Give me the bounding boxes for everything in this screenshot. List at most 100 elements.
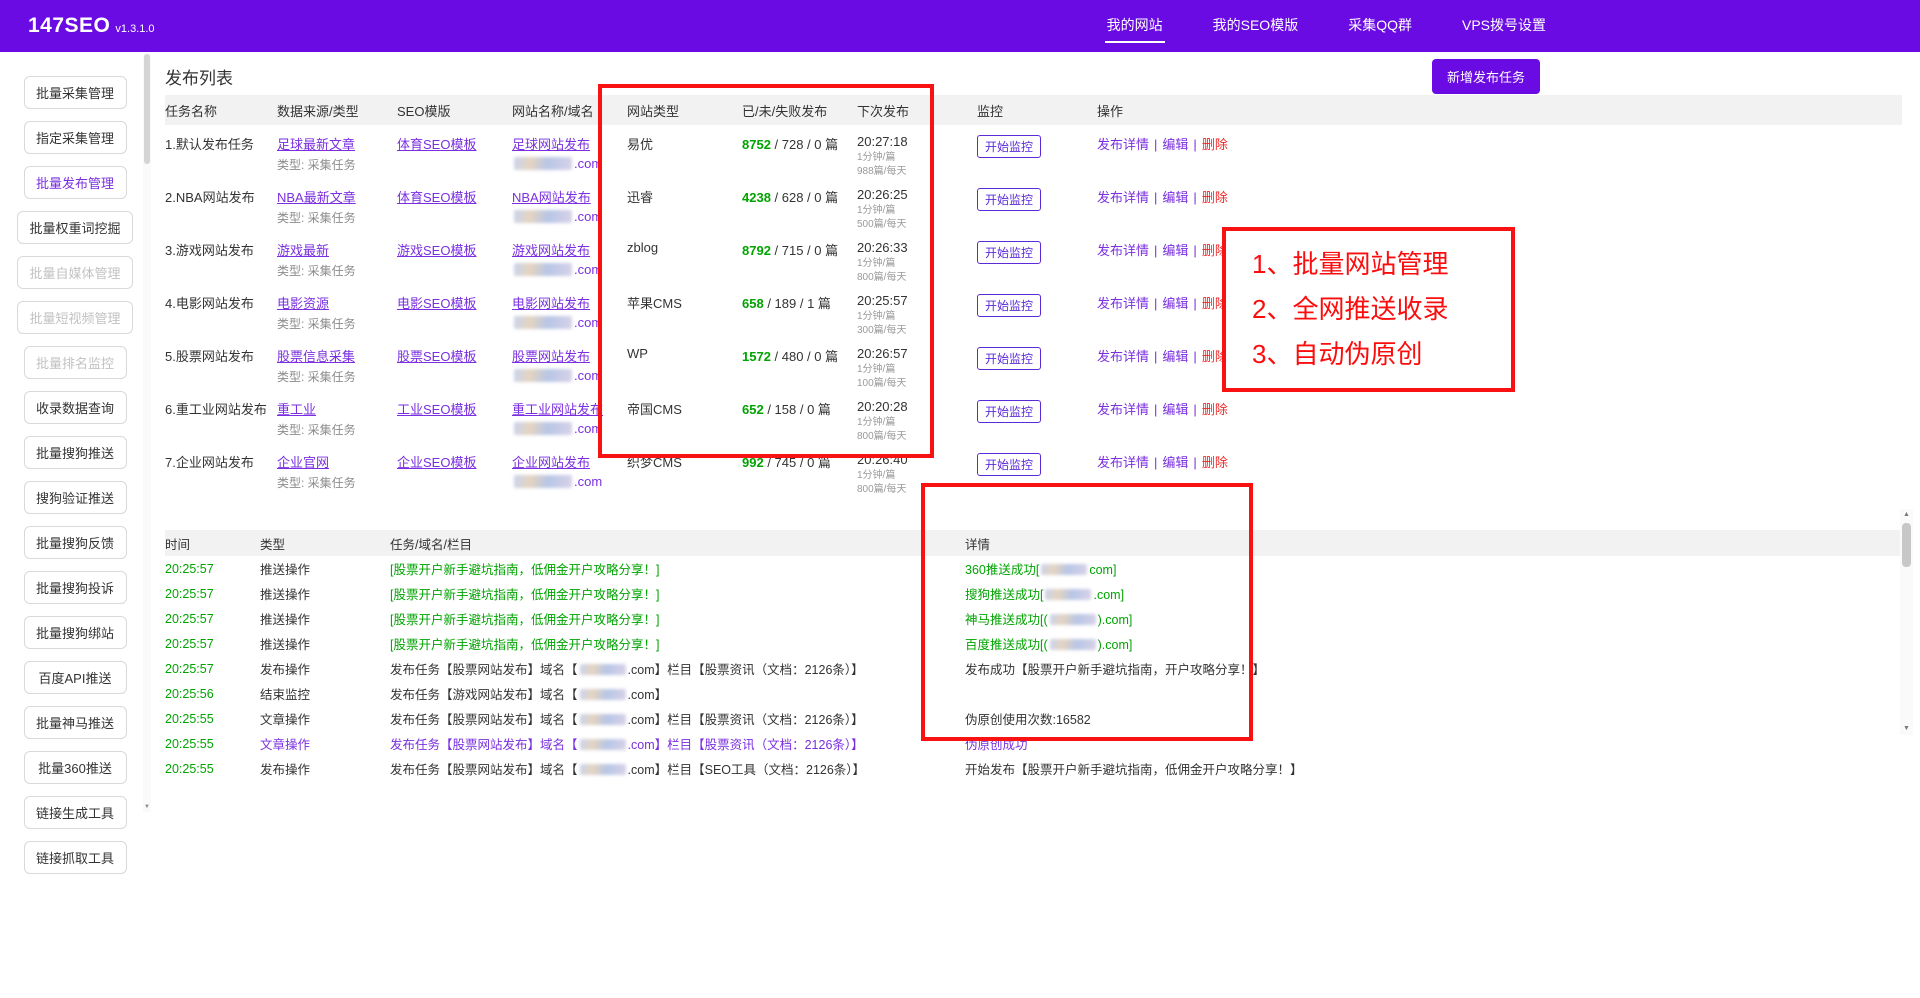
start-monitor-button[interactable]: 开始监控 <box>977 135 1041 158</box>
log-scrollbar-thumb[interactable] <box>1902 523 1911 567</box>
sidebar-item[interactable]: 批量采集管理 <box>24 76 127 109</box>
edit-link[interactable]: 编辑 <box>1162 243 1188 258</box>
next-publish-time: 20:26:571分钟/篇100篇/每天 <box>857 337 977 390</box>
col-header-task-name: 任务名称 <box>165 95 277 125</box>
delete-link[interactable]: 删除 <box>1202 455 1228 470</box>
delete-link[interactable]: 删除 <box>1202 190 1228 205</box>
sidebar-item[interactable]: 指定采集管理 <box>24 121 127 154</box>
add-publish-task-button[interactable]: 新增发布任务 <box>1432 59 1540 94</box>
source-link[interactable]: 游戏最新 <box>277 243 329 258</box>
seo-template-link[interactable]: 体育SEO模板 <box>397 137 476 152</box>
redacted-domain <box>514 316 572 329</box>
publish-detail-link[interactable]: 发布详情 <box>1097 137 1149 152</box>
sidebar-item[interactable]: 链接生成工具 <box>24 796 127 829</box>
log-row: 20:25:57推送操作[股票开户新手避坑指南，低佣金开户攻略分享！]百度推送成… <box>165 631 1902 656</box>
start-monitor-button[interactable]: 开始监控 <box>977 453 1041 476</box>
source-type: 类型: 采集任务 <box>277 209 389 226</box>
scroll-down-arrow-icon[interactable]: ▼ <box>143 802 151 812</box>
sidebar-scrollbar-thumb[interactable] <box>144 54 150 164</box>
sidebar-item[interactable]: 批量搜狗绑站 <box>24 616 127 649</box>
publish-detail-link[interactable]: 发布详情 <box>1097 349 1149 364</box>
redacted-domain <box>514 157 572 170</box>
start-monitor-button[interactable]: 开始监控 <box>977 347 1041 370</box>
site-name-link[interactable]: 足球网站发布 <box>512 137 590 152</box>
sidebar-item[interactable]: 百度API推送 <box>24 661 127 694</box>
log-type: 文章操作 <box>260 706 390 731</box>
start-monitor-button[interactable]: 开始监控 <box>977 294 1041 317</box>
redacted-domain <box>1050 639 1096 650</box>
publish-detail-link[interactable]: 发布详情 <box>1097 402 1149 417</box>
publish-detail-link[interactable]: 发布详情 <box>1097 190 1149 205</box>
seo-template-link[interactable]: 股票SEO模板 <box>397 349 476 364</box>
sidebar-item[interactable]: 批量发布管理 <box>24 166 127 199</box>
publish-row: 5.股票网站发布股票信息采集类型: 采集任务股票SEO模板股票网站发布.comW… <box>165 337 1902 390</box>
sidebar-item[interactable]: 搜狗验证推送 <box>24 481 127 514</box>
log-detail: 伪原创成功 <box>965 731 1902 756</box>
delete-link[interactable]: 删除 <box>1202 243 1228 258</box>
edit-link[interactable]: 编辑 <box>1162 455 1188 470</box>
delete-link[interactable]: 删除 <box>1202 137 1228 152</box>
sidebar-item[interactable]: 批量360推送 <box>24 751 127 784</box>
edit-link[interactable]: 编辑 <box>1162 349 1188 364</box>
source-link[interactable]: 股票信息采集 <box>277 349 355 364</box>
edit-link[interactable]: 编辑 <box>1162 402 1188 417</box>
publish-detail-link[interactable]: 发布详情 <box>1097 296 1149 311</box>
site-name-link[interactable]: 游戏网站发布 <box>512 243 590 258</box>
sidebar-item[interactable]: 批量搜狗推送 <box>24 436 127 469</box>
sidebar-item[interactable]: 批量神马推送 <box>24 706 127 739</box>
sidebar-scrollbar[interactable]: ▼ <box>143 54 151 812</box>
source-link[interactable]: 企业官网 <box>277 455 329 470</box>
source-link[interactable]: NBA最新文章 <box>277 190 356 205</box>
site-name-link[interactable]: 重工业网站发布 <box>512 402 603 417</box>
source-link[interactable]: 电影资源 <box>277 296 329 311</box>
log-task: 发布任务【股票网站发布】域名【.com】栏目【股票资讯（文档：2126条）】 <box>390 656 965 681</box>
nav-my-sites[interactable]: 我的网站 <box>1105 10 1165 43</box>
col-header-actions: 操作 <box>1097 95 1262 125</box>
seo-template-link[interactable]: 游戏SEO模板 <box>397 243 476 258</box>
edit-link[interactable]: 编辑 <box>1162 190 1188 205</box>
sidebar-item[interactable]: 收录数据查询 <box>24 391 127 424</box>
publish-counts: 8792 / 715 / 0 篇 <box>742 231 857 284</box>
delete-link[interactable]: 删除 <box>1202 402 1228 417</box>
sidebar-item[interactable]: 批量权重词挖掘 <box>17 211 132 244</box>
edit-link[interactable]: 编辑 <box>1162 137 1188 152</box>
scroll-down-arrow-icon[interactable]: ▼ <box>1900 723 1913 735</box>
sidebar-item: 批量排名监控 <box>24 346 127 379</box>
delete-link[interactable]: 删除 <box>1202 349 1228 364</box>
log-time: 20:25:55 <box>165 756 260 781</box>
col-header-next-publish: 下次发布 <box>857 95 977 125</box>
log-scrollbar[interactable]: ▲ ▼ <box>1900 509 1913 735</box>
nav-vps-dial-settings[interactable]: VPS拨号设置 <box>1460 10 1548 43</box>
publish-detail-link[interactable]: 发布详情 <box>1097 455 1149 470</box>
next-publish-time: 20:25:571分钟/篇300篇/每天 <box>857 284 977 337</box>
sidebar-item[interactable]: 链接抓取工具 <box>24 841 127 874</box>
seo-template-link[interactable]: 电影SEO模板 <box>397 296 476 311</box>
delete-link[interactable]: 删除 <box>1202 296 1228 311</box>
scroll-up-arrow-icon[interactable]: ▲ <box>1900 509 1913 521</box>
seo-template-link[interactable]: 企业SEO模板 <box>397 455 476 470</box>
source-link[interactable]: 重工业 <box>277 402 316 417</box>
log-task: [股票开户新手避坑指南，低佣金开户攻略分享！] <box>390 581 965 606</box>
sidebar-item[interactable]: 批量搜狗反馈 <box>24 526 127 559</box>
source-type: 类型: 采集任务 <box>277 262 389 279</box>
nav-qq-group[interactable]: 采集QQ群 <box>1346 10 1414 43</box>
site-name-link[interactable]: NBA网站发布 <box>512 190 591 205</box>
publish-detail-link[interactable]: 发布详情 <box>1097 243 1149 258</box>
sidebar-item[interactable]: 批量搜狗投诉 <box>24 571 127 604</box>
start-monitor-button[interactable]: 开始监控 <box>977 241 1041 264</box>
col-header-site-name: 网站名称/域名 <box>512 95 627 125</box>
seo-template-link[interactable]: 体育SEO模板 <box>397 190 476 205</box>
site-name-link[interactable]: 电影网站发布 <box>512 296 590 311</box>
source-link[interactable]: 足球最新文章 <box>277 137 355 152</box>
edit-link[interactable]: 编辑 <box>1162 296 1188 311</box>
site-name-link[interactable]: 企业网站发布 <box>512 455 590 470</box>
nav-my-seo-templates[interactable]: 我的SEO模版 <box>1211 10 1301 43</box>
redacted-domain <box>514 263 572 276</box>
start-monitor-button[interactable]: 开始监控 <box>977 188 1041 211</box>
publish-counts: 8752 / 728 / 0 篇 <box>742 125 857 178</box>
start-monitor-button[interactable]: 开始监控 <box>977 400 1041 423</box>
log-type: 发布操作 <box>260 656 390 681</box>
site-name-link[interactable]: 股票网站发布 <box>512 349 590 364</box>
site-type: zblog <box>627 231 742 284</box>
seo-template-link[interactable]: 工业SEO模板 <box>397 402 476 417</box>
